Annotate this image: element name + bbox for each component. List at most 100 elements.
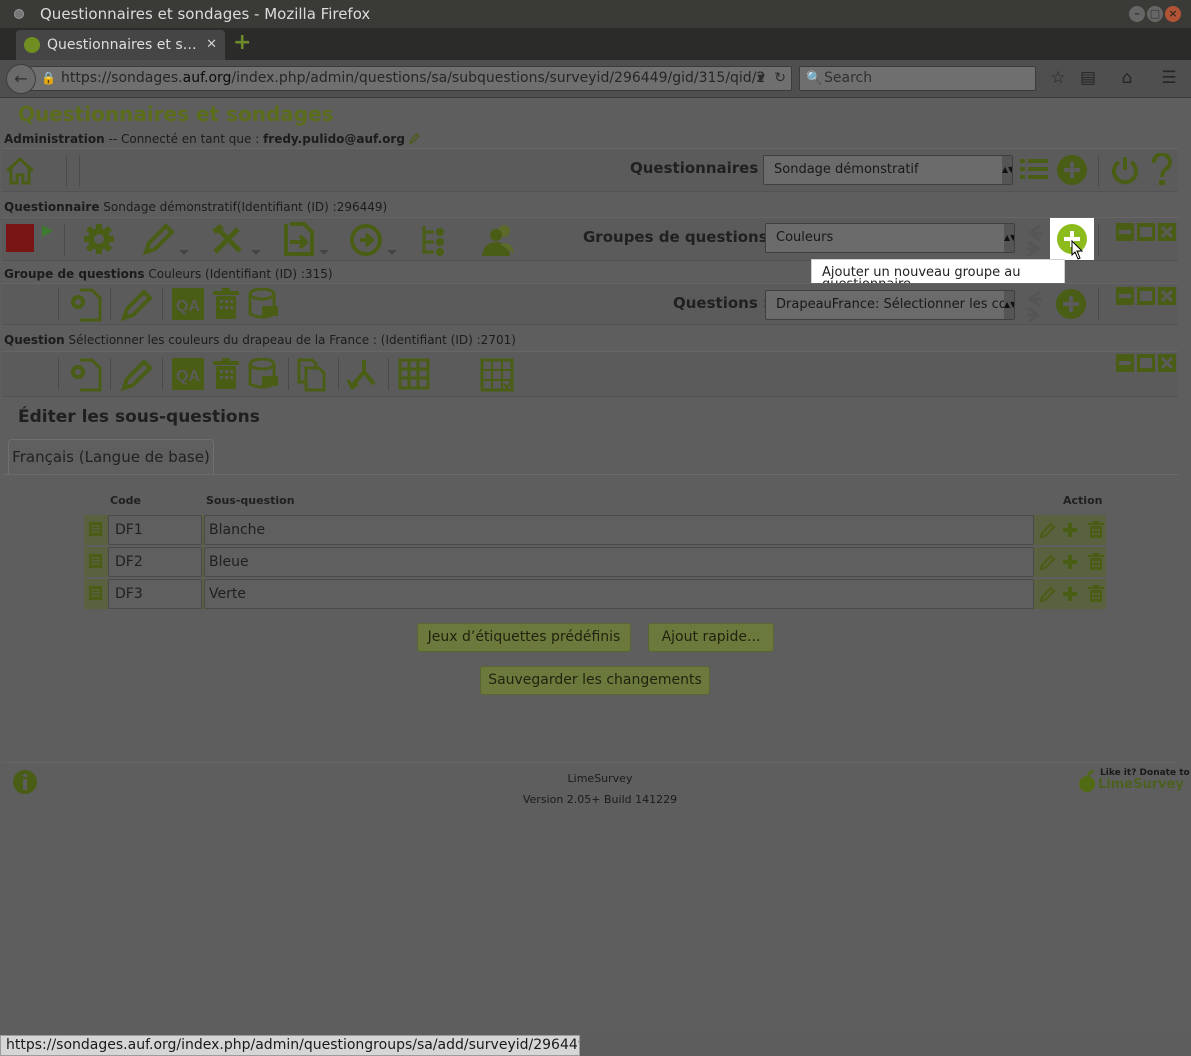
delete-question-icon[interactable] [210,358,242,390]
code-input[interactable]: DF2 [108,547,202,577]
activate-survey-icon[interactable] [40,224,54,238]
close-window-button[interactable]: × [1165,6,1181,22]
add-question-group-button[interactable] [1050,218,1094,260]
responses-icon[interactable] [348,222,400,258]
add-question-icon[interactable] [1055,288,1087,320]
user-link[interactable]: fredy.pulido@auf.org [263,132,405,146]
admin-line: Administration -- Connecté en tant que :… [4,132,420,146]
participants-icon[interactable] [478,222,516,258]
question-group-select[interactable]: Couleurs ▲▼ [765,223,1015,253]
add-survey-icon[interactable] [1056,154,1088,186]
stop-survey-icon[interactable] [6,224,34,252]
url-bar[interactable]: 🔒 https://sondages.auf.org/index.php/adm… [30,66,792,91]
menu-icon[interactable]: ☰ [1157,66,1181,90]
window-menu-icon[interactable] [14,9,24,19]
code-input[interactable]: DF3 [108,579,202,609]
back-button[interactable]: ← [6,64,36,94]
group-settings-icon[interactable] [68,288,104,322]
home-icon[interactable] [4,155,36,187]
footer-version: LimeSurvey Version 2.05+ Build 141229 [450,772,750,806]
chevron-down-icon: ▲▼ [1002,156,1012,184]
search-icon: 🔍 [806,71,823,86]
logout-icon[interactable] [1109,154,1141,186]
delete-row-icon[interactable] [1087,553,1105,571]
edit-survey-icon[interactable] [142,222,190,258]
export-question-icon[interactable] [248,358,280,392]
prev-next-question-icon[interactable] [1024,288,1044,322]
edit-icon[interactable] [1039,521,1057,539]
list-surveys-icon[interactable] [1018,155,1050,187]
help-icon[interactable] [1148,153,1176,187]
table-row: DF2 Bleue [84,547,1106,577]
question-settings-icon[interactable] [68,358,104,392]
prev-next-group-icon[interactable] [1024,222,1044,256]
delete-group-icon[interactable] [210,288,242,320]
subquestion-input[interactable]: Bleue [204,547,1034,577]
home-icon[interactable]: ⌂ [1115,66,1139,90]
navigation-toolbar: 🔒 https://sondages.auf.org/index.php/adm… [0,60,1191,98]
search-bar[interactable]: 🔍 [799,66,1036,91]
bookmark-star-icon[interactable]: ☆ [1046,66,1070,90]
copy-question-icon[interactable] [296,358,328,392]
export-survey-icon[interactable] [280,222,332,258]
reload-icon[interactable]: ↻ [774,67,786,90]
footer-build: Version 2.05+ Build 141229 [522,793,678,806]
quota-qa-icon[interactable]: QA [172,358,204,390]
settings-gear-icon[interactable] [82,222,116,256]
edit-user-icon[interactable] [408,133,420,145]
header-subquestion: Sous-question [206,494,295,507]
status-bar: https://sondages.auf.org/index.php/admin… [0,1035,580,1056]
edit-icon[interactable] [1039,585,1057,603]
new-tab-icon[interactable]: + [233,32,251,54]
survey-select[interactable]: Sondage démonstratif ▲▼ [763,155,1013,185]
save-changes-button[interactable]: Sauvegarder les changements [480,666,710,695]
survey-structure-icon[interactable] [418,222,452,258]
tab-strip: Questionnaires et s… ✕ + [0,28,1191,60]
survey-toolbar: Groupes de questions : Couleurs ▲▼ [2,217,1178,261]
lock-icon[interactable]: 🔒 [41,67,56,90]
table-row: DF3 Verte [84,579,1106,609]
answer-options-icon[interactable] [480,358,514,392]
quick-add-button[interactable]: Ajout rapide... [648,623,774,652]
info-icon[interactable] [12,769,38,795]
window-controls-icon[interactable] [1115,286,1179,306]
page-content: Questionnaires et sondages Administratio… [0,99,1191,1035]
edit-question-icon[interactable] [120,358,156,392]
tab-divider [3,474,1178,475]
drag-handle-icon[interactable] [89,554,102,568]
reading-list-icon[interactable]: ▤ [1076,66,1100,90]
search-input[interactable] [824,67,1024,90]
add-row-icon[interactable] [1061,521,1079,539]
browser-tab[interactable]: Questionnaires et s… ✕ [16,30,225,60]
url-history-dropdown-icon[interactable]: ▼ [757,67,765,90]
url-text: https://sondages.auf.org/index.php/admin… [61,70,766,86]
edit-icon[interactable] [1039,553,1057,571]
subquestions-grid-icon[interactable] [398,358,430,390]
delete-row-icon[interactable] [1087,585,1105,603]
subquestion-input[interactable]: Verte [204,579,1034,609]
quota-qa-icon[interactable]: QA [172,288,204,320]
question-select[interactable]: DrapeauFrance: Sélectionner les coule ▲▼ [765,290,1015,320]
tab-close-icon[interactable]: ✕ [206,30,217,60]
add-row-icon[interactable] [1061,553,1079,571]
donate-link[interactable]: Like it? Donate to LimeSurvey [1076,767,1190,795]
code-input[interactable]: DF1 [108,515,202,545]
header-action: Action [1063,494,1103,507]
edit-group-icon[interactable] [120,288,156,322]
delete-row-icon[interactable] [1087,521,1105,539]
export-group-icon[interactable] [248,288,280,322]
predefined-labels-button[interactable]: Jeux d’étiquettes prédéfinis [417,623,631,652]
tab-language-base[interactable]: Français (Langue de base) [8,439,214,474]
add-row-icon[interactable] [1061,585,1079,603]
svg-text:QA: QA [176,298,200,315]
section-title: Éditer les sous-questions [18,407,260,427]
window-controls-icon[interactable] [1115,353,1179,373]
maximize-button[interactable]: □ [1147,6,1163,22]
subquestion-input[interactable]: Blanche [204,515,1034,545]
minimize-button[interactable]: – [1129,6,1145,22]
conditions-icon[interactable] [346,358,378,392]
tools-icon[interactable] [210,222,262,258]
drag-handle-icon[interactable] [89,522,102,536]
drag-handle-icon[interactable] [89,586,102,600]
window-controls-icon[interactable] [1115,222,1179,242]
